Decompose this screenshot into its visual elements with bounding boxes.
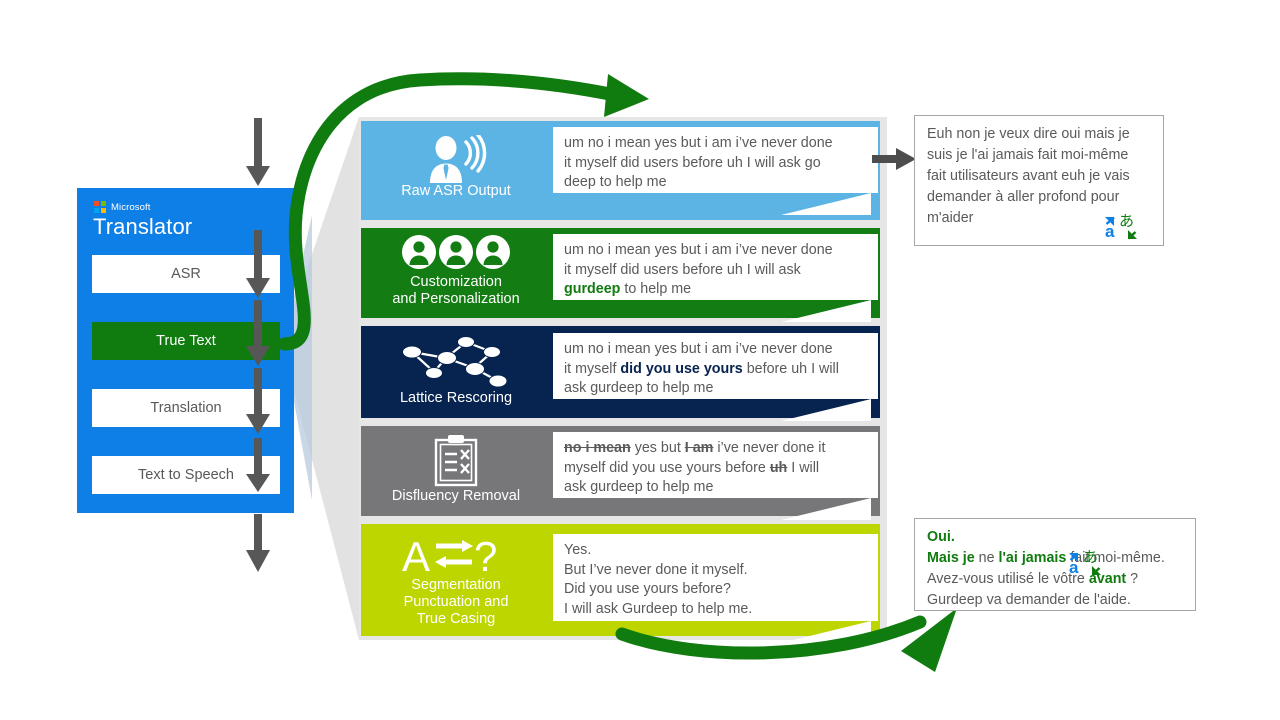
translate-icon: a あ bbox=[1069, 548, 1101, 577]
bubble-line: no i mean yes but I am i’ve never done i… bbox=[564, 440, 826, 456]
stage-raw-asr-output-bubble: um no i mean yes but i am i’ve never don… bbox=[553, 127, 878, 193]
bubble-line: um no i mean yes but i am i’ve never don… bbox=[564, 242, 833, 258]
lattice-graph-icon bbox=[361, 332, 551, 390]
callout-line: fait utilisateurs avant euh je vais bbox=[927, 168, 1130, 184]
stage-lattice-rescoring-label: Lattice Rescoring bbox=[399, 390, 513, 406]
callout-line: suis je l'ai jamais fait moi-même bbox=[927, 147, 1129, 163]
pipeline-step-tts-label: Text to Speech bbox=[138, 467, 234, 483]
pipeline-step-asr[interactable]: ASR bbox=[92, 255, 280, 293]
truetext-translation-callout: Oui. Mais je ne l'ai jamais fait moi-mêm… bbox=[914, 518, 1196, 611]
callout-highlight: l'ai jamais bbox=[998, 550, 1067, 566]
pipeline-step-asr-label: ASR bbox=[171, 266, 201, 282]
bubble-line: ask gurdeep to help me bbox=[564, 380, 714, 396]
bubble-line: I will ask Gurdeep to help me. bbox=[564, 600, 753, 617]
stage-raw-asr-output-label: Raw ASR Output bbox=[401, 183, 511, 199]
stage-label-line: and Personalization bbox=[392, 291, 520, 307]
stage-raw-asr-output[interactable]: Raw ASR Output um no i mean yes but i am… bbox=[361, 121, 880, 220]
stage-segmentation[interactable]: A ? Segmentation Punctuation and True Ca… bbox=[361, 524, 880, 643]
stage-disfluency-removal[interactable]: Disfluency Removal no i mean yes but I a… bbox=[361, 426, 880, 520]
bubble-line: um no i mean yes but i am i’ve never don… bbox=[564, 135, 833, 151]
struck-text: I am bbox=[684, 440, 714, 456]
bubble-line: it myself did you use yours before uh I … bbox=[564, 360, 839, 377]
stage-label-line: Segmentation bbox=[411, 577, 501, 593]
pipeline-step-text-to-speech[interactable]: Text to Speech bbox=[92, 456, 280, 494]
bubble-line: it myself did users before uh I will ask bbox=[564, 261, 801, 278]
callout-line: Avez-vous utilisé le vôtre avant ? bbox=[927, 571, 1139, 587]
speaker-person-icon bbox=[361, 135, 551, 185]
bubble-line: gurdeep to help me bbox=[564, 281, 692, 297]
callout-highlight: Mais je bbox=[927, 550, 975, 566]
bubble-highlight: did you use yours bbox=[620, 360, 743, 377]
microsoft-squares-icon bbox=[94, 201, 106, 213]
three-people-icon bbox=[361, 234, 551, 270]
bubble-line: Did you use yours before? bbox=[564, 581, 731, 597]
bubble-line: um no i mean yes but i am i’ve never don… bbox=[564, 341, 833, 357]
callout-line: Oui. bbox=[927, 527, 1185, 548]
stage-raw-asr-output-bubble-tail bbox=[781, 193, 871, 215]
stage-label-line: Punctuation and bbox=[403, 594, 509, 610]
stage-segmentation-bubble-tail bbox=[781, 621, 871, 643]
stage-customization-label: Customization and Personalization bbox=[361, 274, 551, 308]
pipeline-step-translation[interactable]: Translation bbox=[92, 389, 280, 427]
translate-icon: a あ bbox=[1105, 212, 1137, 241]
translator-panel: Microsoft Translator ASR True Text Trans… bbox=[77, 188, 294, 513]
bubble-line: But I’ve never done it myself. bbox=[564, 561, 748, 578]
microsoft-logo: Microsoft bbox=[94, 201, 150, 213]
stage-segmentation-label: Segmentation Punctuation and True Casing bbox=[361, 577, 551, 628]
struck-text: uh bbox=[769, 459, 788, 476]
stage-label-line: True Casing bbox=[416, 611, 496, 627]
true-text-stages-panel: Raw ASR Output um no i mean yes but i am… bbox=[359, 117, 887, 643]
bubble-highlight: gurdeep bbox=[564, 281, 621, 297]
stage-label-line: Customization bbox=[410, 274, 502, 290]
stage-disfluency-removal-bubble: no i mean yes but I am i’ve never done i… bbox=[553, 432, 878, 498]
pipeline-step-true-text-label: True Text bbox=[156, 333, 216, 349]
stage-lattice-rescoring[interactable]: Lattice Rescoring um no i mean yes but i… bbox=[361, 326, 880, 421]
svg-text:あ: あ bbox=[1083, 548, 1098, 566]
bubble-line: deep to help me bbox=[564, 174, 667, 190]
stage-disfluency-removal-label: Disfluency Removal bbox=[391, 488, 521, 504]
callout-line: Mais je ne l'ai jamais fait moi-même. bbox=[927, 550, 1165, 566]
stage-customization-bubble-tail bbox=[781, 300, 871, 322]
stage-lattice-rescoring-bubble: um no i mean yes but i am i’ve never don… bbox=[553, 333, 878, 399]
a-arrows-question-icon: A ? bbox=[361, 532, 551, 576]
bubble-line: ask gurdeep to help me bbox=[564, 479, 714, 495]
clipboard-strike-icon bbox=[361, 432, 551, 488]
svg-text:?: ? bbox=[474, 533, 497, 576]
callout-line: Euh non je veux dire oui mais je bbox=[927, 126, 1130, 142]
stage-segmentation-bubble: Yes. But I’ve never done it myself. Did … bbox=[553, 534, 878, 621]
bubble-line: it myself did users before uh I will ask… bbox=[564, 154, 821, 171]
microsoft-wordmark: Microsoft bbox=[111, 201, 151, 213]
pipeline-step-true-text[interactable]: True Text bbox=[92, 322, 280, 360]
stage-customization-bubble: um no i mean yes but i am i’ve never don… bbox=[553, 234, 878, 300]
translator-title: Translator bbox=[93, 214, 193, 239]
bubble-line: myself did you use yours before uh I wil… bbox=[564, 459, 820, 476]
callout-highlight: Oui. bbox=[927, 529, 955, 545]
struck-text: no i mean bbox=[564, 440, 631, 456]
callout-line: demander à aller profond pour bbox=[927, 189, 1120, 205]
pipeline-step-translation-label: Translation bbox=[150, 400, 222, 416]
callout-line: Gurdeep va demander de l'aide. bbox=[927, 592, 1131, 608]
stage-disfluency-removal-bubble-tail bbox=[781, 498, 871, 520]
svg-text:あ: あ bbox=[1119, 212, 1134, 230]
stage-customization[interactable]: Customization and Personalization um no … bbox=[361, 228, 880, 322]
bubble-line: Yes. bbox=[564, 542, 592, 558]
svg-text:A: A bbox=[402, 533, 430, 576]
stage-lattice-rescoring-bubble-tail bbox=[781, 399, 871, 421]
raw-translation-callout: Euh non je veux dire oui mais je suis je… bbox=[914, 115, 1164, 246]
